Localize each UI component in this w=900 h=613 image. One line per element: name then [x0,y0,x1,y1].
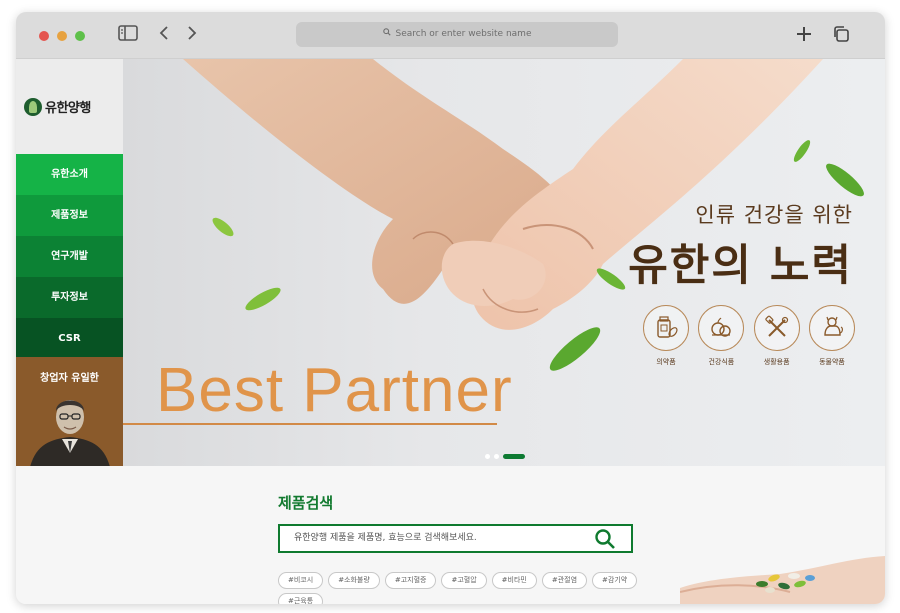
category-medicine[interactable]: 의약품 [643,305,689,367]
category-label: 의약품 [656,358,676,366]
site-sidebar: 유한양행 유한소개 제품정보 연구개발 투자정보 CSR 창업자 유일한 [16,59,123,466]
search-placeholder: 유한양행 제품을 제품명, 효능으로 검색해보세요. [294,533,477,543]
address-placeholder: Search or enter website name [395,29,532,39]
maximize-window-button[interactable] [75,31,85,41]
animal-medicine-icon [808,305,855,351]
category-label: 동물약품 [819,358,845,366]
keyword-tag[interactable]: #고혈압 [441,572,487,589]
hero-tagline: Best Partner [156,356,513,425]
nav-item-products[interactable]: 제품정보 [16,195,123,236]
nav-item-csr[interactable]: CSR [16,318,123,359]
logo-tree-icon [24,97,42,116]
slide-dot-2[interactable] [494,454,499,459]
hero-headline-line2: 유한의 노력 [628,241,853,291]
keyword-tag[interactable]: #감기약 [592,572,638,589]
slide-pager [485,454,525,459]
household-icon [753,305,800,351]
keyword-tags: #비코시 #소화불량 #고지혈증 #고혈압 #비타민 #관절염 #감기약 #근육… [278,572,638,604]
category-label: 건강식품 [708,358,735,366]
slide-dot-1[interactable] [485,454,490,459]
category-animal-medicine[interactable]: 동물약품 [808,305,855,367]
keyword-tag[interactable]: #소화불량 [328,572,380,589]
keyword-tag[interactable]: #비코시 [278,572,324,589]
search-icon[interactable] [593,528,617,550]
nav-item-about[interactable]: 유한소개 [16,154,123,195]
slide-dot-3-active[interactable] [503,454,525,459]
pills-in-hand-image [680,556,885,604]
main-nav: 유한소개 제품정보 연구개발 투자정보 CSR [16,154,123,359]
new-tab-icon[interactable] [793,25,815,47]
minimize-window-button[interactable] [57,31,67,41]
hero-banner: 인류 건강을 위한 유한의 노력 의약품 건강식품 생활용품 동물약품 Best… [123,59,885,466]
hero-headline-line1: 인류 건강을 위한 [695,203,853,227]
address-bar[interactable]: Search or enter website name [296,22,618,47]
keyword-tag[interactable]: #근육통 [278,593,324,604]
product-search-title: 제품검색 [278,494,334,512]
close-window-button[interactable] [39,31,49,41]
back-icon[interactable] [153,25,175,47]
tabs-overview-icon[interactable] [830,25,852,47]
category-household[interactable]: 생활용품 [753,305,800,367]
site-logo[interactable]: 유한양행 [24,97,91,116]
search-icon [382,22,391,47]
keyword-tag[interactable]: #관절염 [541,572,588,589]
product-search-input[interactable]: 유한양행 제품을 제품명, 효능으로 검색해보세요. [278,524,633,553]
logo-text: 유한양행 [45,101,91,116]
founder-label: 창업자 유일한 [40,373,99,384]
category-links: 의약품 건강식품 생활용품 동물약품 [643,305,855,367]
category-label: 생활용품 [763,358,790,366]
keyword-tag[interactable]: #고지혈증 [384,572,437,589]
nav-item-investor[interactable]: 투자정보 [16,277,123,318]
browser-window: Search or enter website name 유한양행 유한소개 제… [16,12,885,604]
medicine-icon [643,305,689,351]
nav-item-research[interactable]: 연구개발 [16,236,123,277]
product-search-section: 제품검색 유한양행 제품을 제품명, 효능으로 검색해보세요. #비코시 #소화… [16,466,885,604]
sidebar-toggle-icon[interactable] [117,25,139,47]
browser-toolbar: Search or enter website name [16,12,885,59]
category-health-food[interactable]: 건강식품 [698,305,745,367]
forward-icon[interactable] [181,25,203,47]
keyword-tag[interactable]: #비타민 [491,572,537,589]
founder-photo [26,387,114,466]
health-food-icon [698,305,745,351]
tagline-underline [123,423,497,425]
founder-banner[interactable]: 창업자 유일한 [16,357,123,466]
